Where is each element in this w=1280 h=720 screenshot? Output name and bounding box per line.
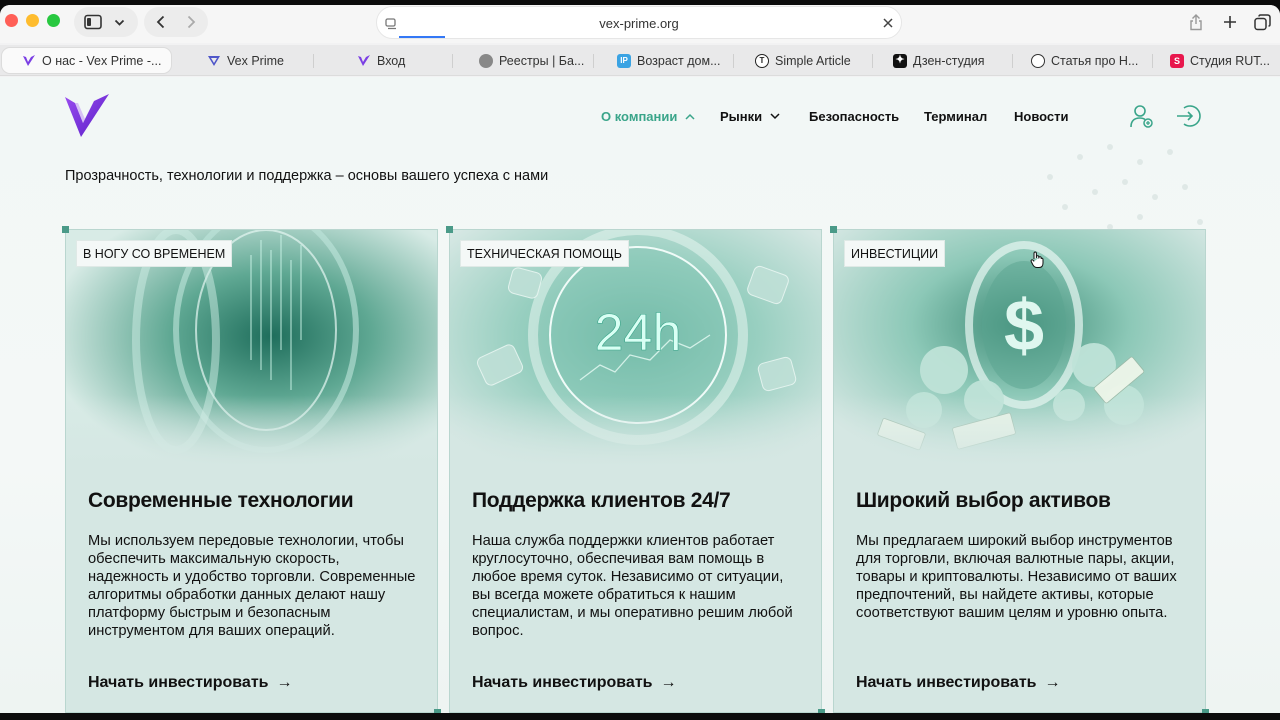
nav-security[interactable]: Безопасность (809, 109, 899, 124)
card-tag: ТЕХНИЧЕСКАЯ ПОМОЩЬ (460, 240, 629, 267)
card-title: Поддержка клиентов 24/7 (472, 489, 731, 512)
card-text: Мы используем передовые технологии, чтоб… (88, 533, 416, 639)
browser-toolbar: vex-prime.org (0, 5, 1280, 43)
nav-news[interactable]: Новости (1014, 109, 1069, 124)
card-corner-marker (434, 709, 441, 713)
nav-label: Рынки (720, 109, 763, 124)
tab-bar: О нас - Vex Prime -... Vex Prime Вход Ре… (0, 45, 1280, 76)
vex-logo-icon (207, 54, 221, 68)
nav-label: Новости (1014, 109, 1069, 124)
url-text: vex-prime.org (599, 16, 679, 31)
tab-dzen-studio[interactable]: ✦ Дзен-студия (893, 48, 1003, 73)
card-tag: ИНВЕСТИЦИИ (844, 240, 946, 267)
card-corner-marker (818, 709, 825, 713)
card-corner-marker (830, 226, 837, 233)
chevron-down-icon[interactable] (114, 15, 125, 33)
feature-card-assets: $ ИНВЕСТИЦИИ Широкий выбор активов Мы пр… (833, 229, 1206, 713)
tab-label: Статья про Н... (1051, 53, 1139, 68)
card-tag: В НОГУ СО ВРЕМЕНЕМ (76, 240, 233, 267)
card-title: Широкий выбор активов (856, 489, 1111, 512)
tab-login[interactable]: Вход (357, 48, 447, 73)
tab-label: Реестры | Ба... (499, 53, 585, 68)
start-investing-link[interactable]: Начать инвестировать → (856, 674, 1060, 692)
card-corner-marker (446, 226, 453, 233)
history-nav-group (144, 7, 208, 37)
address-bar[interactable]: vex-prime.org (376, 6, 902, 39)
tab-domain-age[interactable]: IP Возраст дом... (617, 48, 727, 73)
nav-about[interactable]: О компании (601, 109, 695, 124)
vex-logo-icon (357, 54, 371, 68)
nav-label: Безопасность (809, 109, 900, 124)
tab-label: Студия RUT... (1190, 53, 1270, 68)
share-icon[interactable] (1186, 7, 1206, 37)
page-tagline: Прозрачность, технологии и поддержка – о… (65, 168, 549, 184)
browser-window: vex-prime.org О нас - Vex Prime -... Vex… (0, 5, 1280, 713)
feature-card-support: 24h ТЕХНИЧЕСКАЯ ПОМОЩЬ Поддержка клиенто… (449, 229, 822, 713)
nav-terminal[interactable]: Терминал (924, 109, 987, 124)
zoom-window-button[interactable] (47, 14, 60, 27)
tab-vex-prime[interactable]: Vex Prime (207, 48, 307, 73)
tab-label: Возраст дом... (637, 53, 721, 68)
user-add-icon[interactable] (1129, 103, 1155, 129)
stop-loading-icon[interactable] (882, 16, 894, 34)
chevron-up-icon (685, 111, 695, 123)
close-window-button[interactable] (5, 14, 18, 27)
simple-article-icon: T (755, 53, 769, 68)
card-text: Наша служба поддержки клиентов работает … (472, 533, 793, 639)
hand-cursor-icon (1030, 251, 1044, 268)
login-icon[interactable] (1175, 103, 1201, 129)
nav-markets[interactable]: Рынки (720, 109, 780, 124)
arrow-right-icon: → (276, 674, 293, 691)
cta-label: Начать инвестировать (88, 674, 269, 691)
dzen-icon: ✦ (893, 53, 907, 68)
sidebar-toggle-group (74, 7, 138, 37)
tab-label: О нас - Vex Prime -... (42, 53, 162, 68)
card-title: Современные технологии (88, 489, 354, 512)
card-corner-marker (1202, 709, 1209, 713)
sidebar-icon[interactable] (84, 14, 102, 35)
new-tab-icon[interactable] (1220, 7, 1240, 37)
tab-label: Simple Article (775, 53, 851, 68)
arrow-right-icon: → (660, 674, 677, 691)
tab-label: Дзен-студия (913, 53, 985, 68)
openai-icon (1031, 53, 1045, 68)
start-investing-link[interactable]: Начать инвестировать → (472, 674, 676, 692)
minimize-window-button[interactable] (26, 14, 39, 27)
tab-about[interactable]: О нас - Vex Prime -... (2, 48, 171, 73)
back-icon[interactable] (155, 15, 167, 34)
cta-label: Начать инвестировать (856, 674, 1037, 691)
tab-article[interactable]: Статья про Н... (1031, 48, 1141, 73)
ip-icon: IP (617, 53, 631, 68)
rutube-icon: S (1170, 53, 1184, 68)
vex-logo-icon (22, 54, 36, 68)
chevron-down-icon (770, 111, 780, 123)
tab-simple-article[interactable]: T Simple Article (755, 48, 865, 73)
tab-label: Vex Prime (227, 53, 284, 68)
feature-card-technologies: В НОГУ СО ВРЕМЕНЕМ Современные технологи… (65, 229, 438, 713)
vex-prime-logo[interactable] (64, 93, 110, 139)
arrow-right-icon: → (1044, 674, 1061, 691)
page-load-progress (399, 36, 445, 38)
tab-rutube-studio[interactable]: S Студия RUT... (1170, 48, 1278, 73)
card-corner-marker (62, 226, 69, 233)
forward-icon[interactable] (185, 15, 197, 34)
start-investing-link[interactable]: Начать инвестировать → (88, 674, 292, 692)
tab-registries[interactable]: Реестры | Ба... (479, 48, 589, 73)
tab-overview-icon[interactable] (1252, 7, 1272, 37)
card-text: Мы предлагаем широкий выбор инструментов… (856, 533, 1177, 621)
nav-label: О компании (601, 109, 678, 124)
web-page: О компании Рынки Безопасность Терминал Н… (0, 77, 1280, 713)
bank-emblem-icon (479, 53, 493, 68)
nav-label: Терминал (924, 109, 988, 124)
cta-label: Начать инвестировать (472, 674, 653, 691)
tab-label: Вход (377, 53, 406, 68)
